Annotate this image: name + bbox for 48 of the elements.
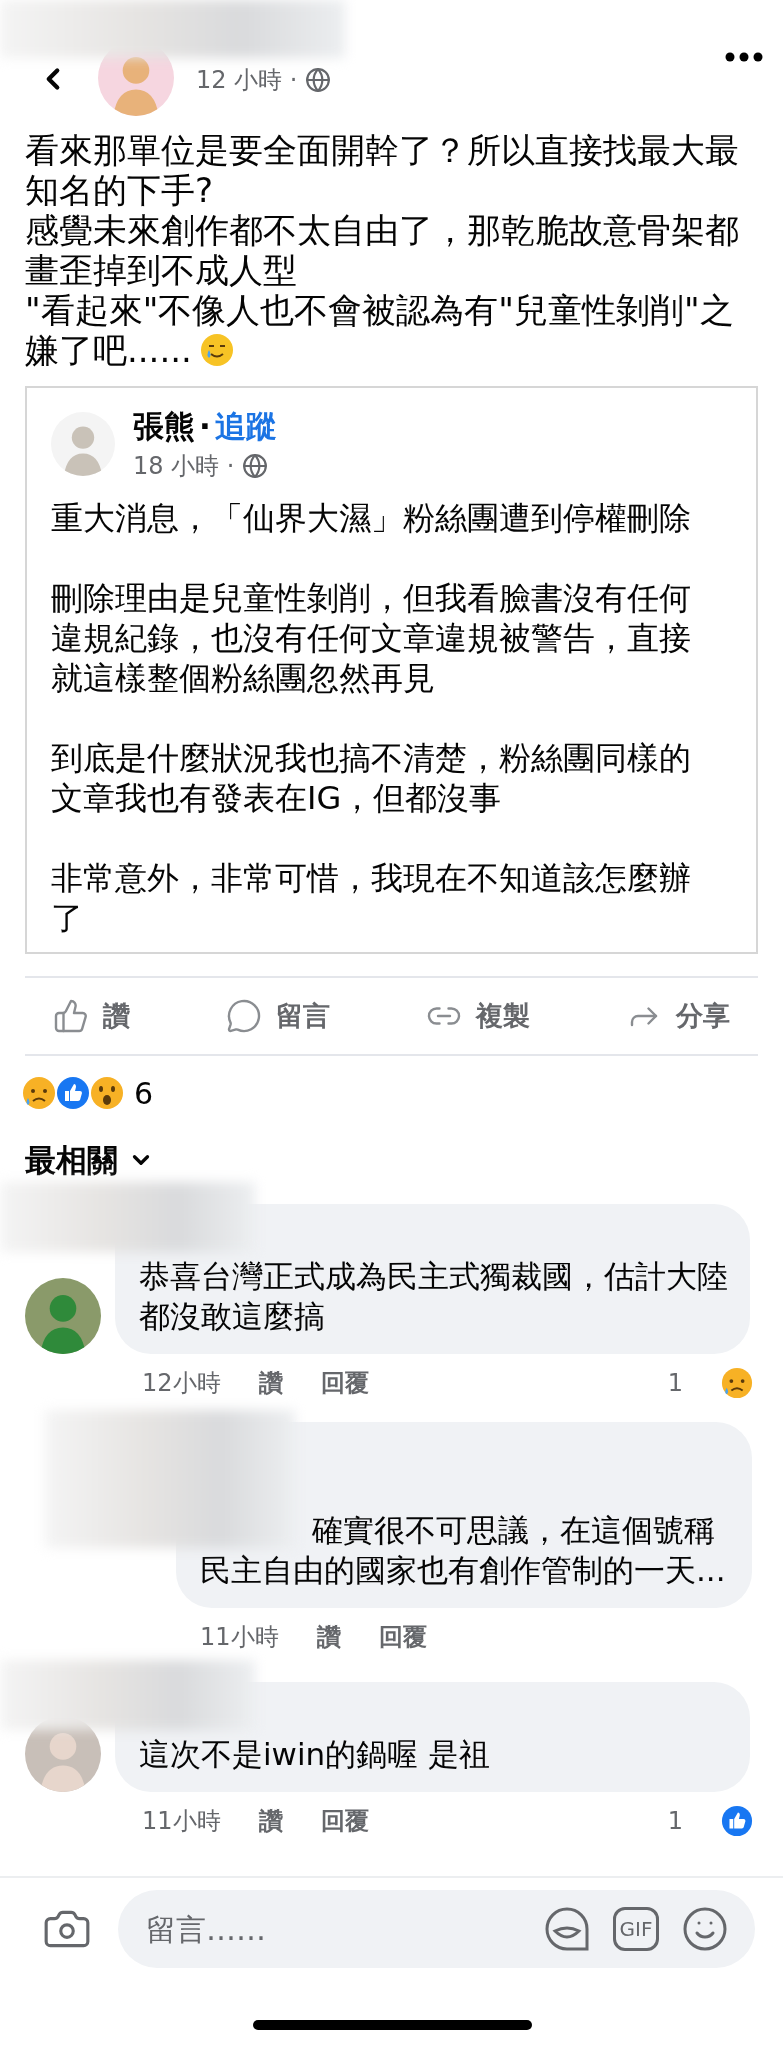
- post-text: "看起來"不像人也不會被認為有"兒童性剝削"之: [25, 290, 735, 330]
- shared-post-text: 重大消息，「仙界大濕」粉絲團遭到停權刪除: [51, 498, 692, 538]
- post-text: 感覺未來創作都不太自由了，那乾脆故意骨架都畫歪掉到不成人型: [25, 210, 740, 290]
- shared-post-text: 非常意外，非常可惜，我現在不知道該怎麼辦了: [51, 858, 692, 938]
- reaction-count: 6: [134, 1075, 154, 1111]
- like-reaction-icon: [56, 1076, 90, 1110]
- reply-link[interactable]: 回覆: [320, 1805, 369, 1837]
- comment-reaction-count: 1: [667, 1369, 683, 1397]
- comment-time: 12小時: [142, 1368, 221, 1399]
- like-action-button[interactable]: 讚: [49, 994, 134, 1038]
- reply-link[interactable]: 回覆: [378, 1621, 427, 1653]
- speech-bubble-icon: [226, 998, 262, 1034]
- gif-button[interactable]: GIF: [613, 1907, 659, 1951]
- smiling-tear-emoji-icon: [199, 333, 234, 367]
- post-time: 12 小時 ·: [196, 65, 298, 96]
- sad-emoji-icon: [22, 1076, 56, 1110]
- separator-dot: ·: [199, 408, 211, 444]
- like-link[interactable]: 讚: [258, 1805, 283, 1837]
- copy-action-button[interactable]: 複製: [422, 994, 534, 1038]
- wow-emoji-icon: [90, 1076, 124, 1110]
- sort-dropdown[interactable]: 最相關: [25, 1142, 154, 1178]
- shared-post-text: 刪除理由是兒童性剝削，但我看臉書沒有任何違規紀錄，也沒有任何文章違規被警告，直接就這樣整個粉絲團忽然再見: [51, 578, 692, 698]
- comment-text: 確實很不可思議，在這個號稱民主自由的國家也有創作管制的一天...: [200, 1511, 727, 1590]
- emoji-icon[interactable]: [681, 1905, 729, 1953]
- like-reaction-icon: [721, 1805, 753, 1837]
- shared-post-text: 到底是什麼狀況我也搞不清楚，粉絲團同樣的文章我也有發表在IG，但都沒事: [51, 738, 692, 818]
- globe-icon: [305, 67, 332, 93]
- like-link[interactable]: 讚: [258, 1367, 283, 1399]
- post-time: 18 小時 ·: [133, 451, 235, 482]
- post-text: 嫌了吧......: [25, 330, 192, 370]
- author-name[interactable]: 張熊: [133, 408, 195, 444]
- comment-time: 11小時: [142, 1806, 221, 1837]
- comment-text: 恭喜台灣正式成為民主式獨裁國，估計大陸都沒敢這麼搞: [139, 1257, 729, 1336]
- sad-emoji-icon: [721, 1367, 753, 1399]
- thumbs-up-icon: [53, 998, 89, 1034]
- comment-field[interactable]: 留言…… GIF: [118, 1890, 755, 1968]
- like-link[interactable]: 讚: [316, 1621, 341, 1653]
- more-icon[interactable]: [725, 52, 763, 62]
- sticker-icon[interactable]: [543, 1905, 591, 1953]
- comment-text: 這次不是iwin的鍋喔 是祖: [139, 1735, 492, 1774]
- follow-link[interactable]: 追蹤: [214, 408, 277, 444]
- comment-action-button[interactable]: 留言: [222, 994, 334, 1038]
- comment-reaction-count: 1: [667, 1807, 683, 1835]
- share-action-button[interactable]: 分享: [622, 994, 734, 1038]
- globe-icon: [242, 453, 269, 479]
- post-text: 看來那單位是要全面開幹了？所以直接找最大最知名的下手?: [25, 130, 740, 210]
- reply-link[interactable]: 回覆: [320, 1367, 369, 1399]
- comment-time: 11小時: [200, 1622, 279, 1653]
